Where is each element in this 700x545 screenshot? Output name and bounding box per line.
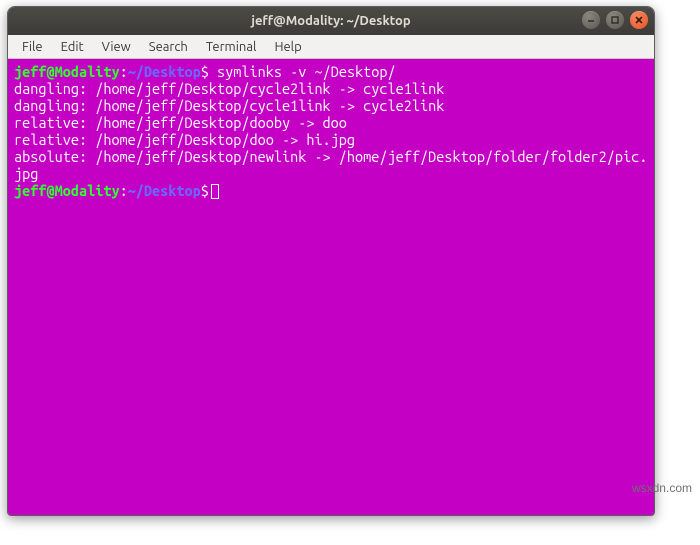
output-line: dangling: /home/jeff/Desktop/cycle2link …: [14, 80, 648, 97]
menu-help[interactable]: Help: [266, 38, 309, 56]
close-icon: [634, 15, 644, 25]
prompt-dollar: $: [201, 63, 209, 80]
menu-view[interactable]: View: [94, 38, 139, 56]
minimize-icon: [586, 15, 596, 25]
menubar: File Edit View Search Terminal Help: [8, 35, 654, 59]
prompt-path: ~/Desktop: [128, 182, 201, 199]
prompt-user-host: jeff@Modality: [14, 182, 120, 199]
menu-file[interactable]: File: [14, 38, 51, 56]
terminal-line: jeff@Modality:~/Desktop$: [14, 182, 648, 199]
prompt-user-host: jeff@Modality: [14, 63, 120, 80]
terminal-window: jeff@Modality: ~/Desktop File Edit View …: [7, 6, 655, 516]
prompt-path: ~/Desktop: [128, 63, 201, 80]
prompt-colon: :: [120, 63, 128, 80]
maximize-button[interactable]: [606, 11, 624, 29]
titlebar: jeff@Modality: ~/Desktop: [8, 7, 654, 35]
window-controls: [582, 11, 648, 29]
menu-terminal[interactable]: Terminal: [198, 38, 265, 56]
minimize-button[interactable]: [582, 11, 600, 29]
prompt-dollar: $: [201, 182, 209, 199]
close-button[interactable]: [630, 11, 648, 29]
output-line: absolute: /home/jeff/Desktop/newlink -> …: [14, 148, 648, 182]
terminal-area[interactable]: jeff@Modality:~/Desktop$ symlinks -v ~/D…: [8, 59, 654, 515]
command-text: symlinks -v ~/Desktop/: [209, 63, 396, 80]
output-line: dangling: /home/jeff/Desktop/cycle1link …: [14, 97, 648, 114]
window-title: jeff@Modality: ~/Desktop: [16, 14, 646, 28]
terminal-cursor: [211, 184, 219, 199]
menu-search[interactable]: Search: [141, 38, 196, 56]
watermark-text: wsxdn.com: [632, 481, 692, 495]
prompt-colon: :: [120, 182, 128, 199]
terminal-line: jeff@Modality:~/Desktop$ symlinks -v ~/D…: [14, 63, 648, 80]
maximize-icon: [610, 15, 620, 25]
menu-edit[interactable]: Edit: [53, 38, 92, 56]
output-line: relative: /home/jeff/Desktop/dooby -> do…: [14, 114, 648, 131]
output-line: relative: /home/jeff/Desktop/doo -> hi.j…: [14, 131, 648, 148]
